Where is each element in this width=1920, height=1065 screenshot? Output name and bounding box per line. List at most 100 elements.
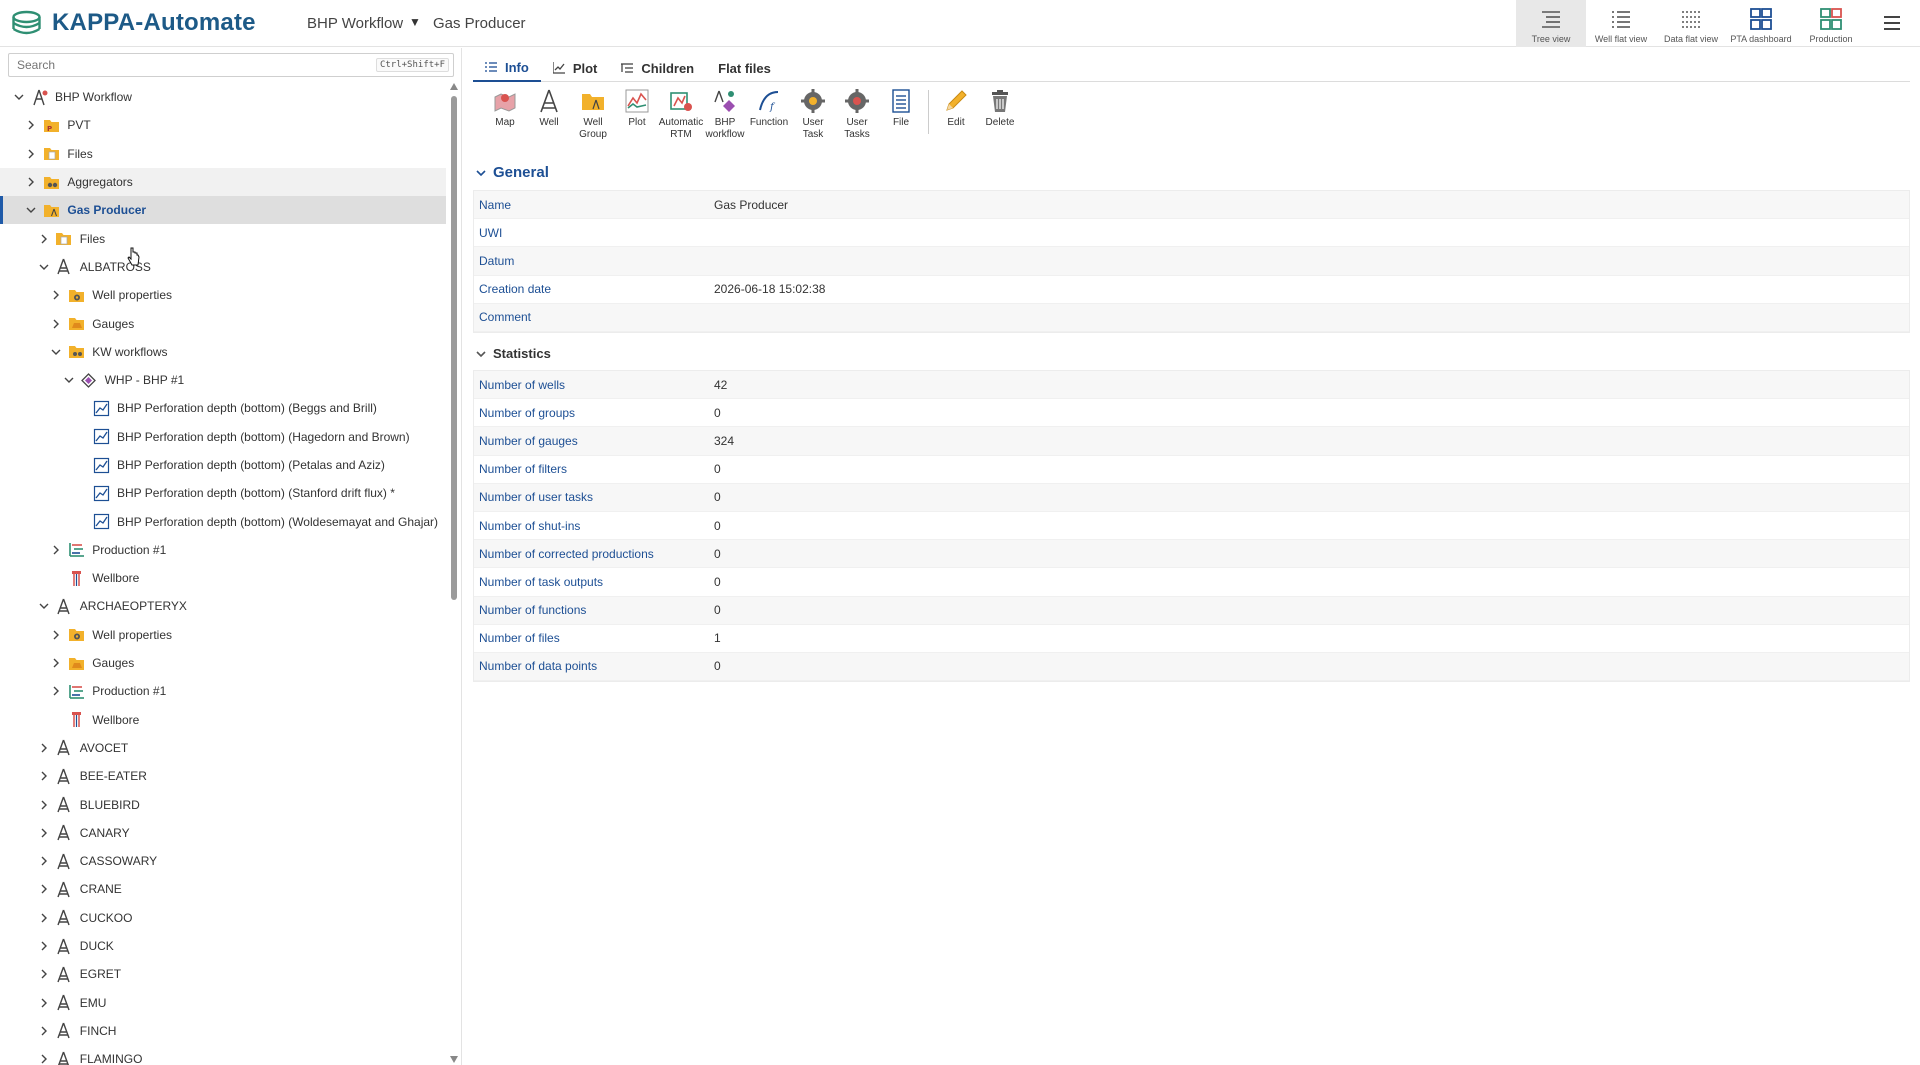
chevron-right-icon[interactable]: [37, 232, 51, 246]
chevron-right-icon[interactable]: [37, 826, 51, 840]
pta-dashboard-button[interactable]: PTA dashboard: [1726, 0, 1796, 47]
scrollbar-thumb[interactable]: [451, 96, 457, 600]
add-well-group-button[interactable]: Well Group: [571, 88, 615, 158]
tree-node[interactable]: Well properties: [0, 621, 446, 649]
add-file-button[interactable]: File: [879, 88, 923, 158]
tab-children[interactable]: Children: [609, 54, 706, 82]
production-dashboard-button[interactable]: Production: [1796, 0, 1866, 47]
data-flat-view-button[interactable]: Data flat view: [1656, 0, 1726, 47]
tree-node[interactable]: ALBATROSS: [0, 253, 446, 281]
chevron-right-icon[interactable]: [24, 147, 38, 161]
tree-node[interactable]: AVOCET: [0, 734, 446, 762]
chevron-down-icon[interactable]: [12, 90, 26, 104]
breadcrumb-workflow[interactable]: BHP Workflow: [307, 15, 403, 32]
chevron-right-icon[interactable]: [49, 288, 63, 302]
chevron-down-icon[interactable]: [49, 345, 63, 359]
chevron-down-icon[interactable]: [37, 599, 51, 613]
tree-node[interactable]: Aggregators: [0, 167, 446, 197]
user-task-icon: [801, 89, 825, 113]
chevron-right-icon[interactable]: [37, 854, 51, 868]
tree-node[interactable]: Files: [0, 140, 446, 168]
tab-info[interactable]: Info: [473, 54, 541, 82]
tree-node[interactable]: FINCH: [0, 1017, 446, 1045]
chevron-down-icon[interactable]: [62, 373, 76, 387]
tree-node[interactable]: CANARY: [0, 819, 446, 847]
tab-flat-files[interactable]: Flat files: [706, 54, 783, 82]
chevron-right-icon[interactable]: [49, 628, 63, 642]
chevron-right-icon[interactable]: [37, 967, 51, 981]
tree-node[interactable]: Production #1: [0, 536, 446, 564]
tree-node[interactable]: EGRET: [0, 960, 446, 988]
tree-node[interactable]: CASSOWARY: [0, 847, 446, 875]
breadcrumb-dropdown-icon[interactable]: ▼: [409, 15, 421, 29]
chevron-down-icon[interactable]: [24, 203, 38, 217]
tree-node[interactable]: CUCKOO: [0, 904, 446, 932]
files-folder-icon: [55, 230, 73, 248]
tree-node[interactable]: EMU: [0, 989, 446, 1017]
tree-node[interactable]: BHP Perforation depth (bottom) (Woldesem…: [0, 507, 446, 535]
tree-node[interactable]: Gas Producer: [0, 196, 446, 225]
tree-node[interactable]: Wellbore: [0, 706, 446, 734]
tree-node[interactable]: KW workflows: [0, 338, 446, 366]
tree-node[interactable]: WHP - BHP #1: [0, 366, 446, 394]
tree-node[interactable]: BHP Perforation depth (bottom) (Hagedorn…: [0, 423, 446, 451]
chevron-right-icon[interactable]: [37, 741, 51, 755]
chevron-right-icon[interactable]: [24, 118, 38, 132]
automatic-rtm-button[interactable]: Automatic RTM: [659, 88, 703, 158]
hamburger-menu-icon[interactable]: [1882, 14, 1902, 32]
tab-plot[interactable]: Plot: [541, 54, 610, 82]
map-button[interactable]: Map: [483, 88, 527, 158]
tree-node[interactable]: Gauges: [0, 649, 446, 677]
tree-node[interactable]: BHP Workflow: [0, 83, 446, 111]
chevron-right-icon[interactable]: [37, 996, 51, 1010]
chevron-right-icon[interactable]: [49, 543, 63, 557]
chevron-right-icon[interactable]: [37, 911, 51, 925]
function-button[interactable]: f Function: [747, 88, 791, 158]
tree-scrollbar[interactable]: [449, 83, 459, 1065]
tree-node[interactable]: Gauges: [0, 309, 446, 337]
chevron-right-icon[interactable]: [37, 882, 51, 896]
tree-node[interactable]: CRANE: [0, 875, 446, 903]
tree-node[interactable]: Well properties: [0, 281, 446, 309]
search-box[interactable]: Ctrl+Shift+F: [8, 53, 454, 77]
tree-node-label: Production #1: [92, 542, 167, 557]
tree-node[interactable]: BEE-EATER: [0, 762, 446, 790]
bhp-workflow-button[interactable]: BHP workflow: [703, 88, 747, 158]
delete-button[interactable]: Delete: [978, 88, 1022, 158]
tree-node[interactable]: BLUEBIRD: [0, 790, 446, 818]
chevron-right-icon[interactable]: [49, 684, 63, 698]
chevron-right-icon[interactable]: [49, 656, 63, 670]
chevron-right-icon[interactable]: [49, 317, 63, 331]
chevron-right-icon[interactable]: [37, 1052, 51, 1065]
chevron-right-icon[interactable]: [24, 175, 38, 189]
chevron-right-icon[interactable]: [37, 939, 51, 953]
tree-node[interactable]: FLAMINGO: [0, 1045, 446, 1065]
files-folder-icon: [42, 145, 60, 163]
tree-node[interactable]: Production #1: [0, 677, 446, 705]
chevron-right-icon[interactable]: [37, 1024, 51, 1038]
tree-node[interactable]: Wellbore: [0, 564, 446, 592]
scroll-down-icon[interactable]: [450, 1056, 458, 1063]
tree-node[interactable]: DUCK: [0, 932, 446, 960]
user-tasks-button[interactable]: User Tasks: [835, 88, 879, 158]
statistics-section-header[interactable]: Statistics: [475, 346, 551, 361]
chevron-down-icon[interactable]: [37, 260, 51, 274]
chevron-right-icon[interactable]: [37, 798, 51, 812]
add-well-button[interactable]: Well: [527, 88, 571, 158]
edit-button[interactable]: Edit: [934, 88, 978, 158]
user-task-button[interactable]: User Task: [791, 88, 835, 158]
tree-view-button[interactable]: Tree view: [1516, 0, 1586, 47]
tree-node[interactable]: ARCHAEOPTERYX: [0, 592, 446, 620]
add-plot-button[interactable]: Plot: [615, 88, 659, 158]
well-flat-view-button[interactable]: Well flat view: [1586, 0, 1656, 47]
well-icon: [55, 880, 73, 898]
tree-node[interactable]: BHP Perforation depth (bottom) (Stanford…: [0, 479, 446, 507]
tree-node[interactable]: P PVT: [0, 111, 446, 139]
tree-node[interactable]: Files: [0, 224, 446, 252]
scroll-up-icon[interactable]: [450, 83, 458, 90]
tree-node[interactable]: BHP Perforation depth (bottom) (Petalas …: [0, 451, 446, 479]
add-well-group-label: Well Group: [579, 117, 607, 140]
chevron-right-icon[interactable]: [37, 769, 51, 783]
general-section-header[interactable]: General: [475, 164, 549, 181]
tree-node[interactable]: BHP Perforation depth (bottom) (Beggs an…: [0, 394, 446, 422]
